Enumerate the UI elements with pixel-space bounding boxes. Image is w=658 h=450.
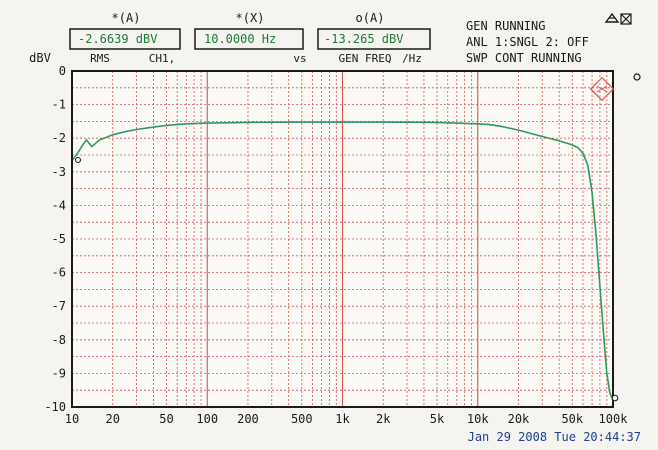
right-marker-icon bbox=[611, 394, 619, 402]
instrument-status-icons bbox=[604, 12, 632, 25]
readout-o-unit: /Hz bbox=[402, 52, 422, 65]
x-tick-label: 100 bbox=[196, 412, 218, 426]
x-tick-label: 5k bbox=[430, 412, 445, 426]
y-tick-label: -7 bbox=[52, 299, 66, 313]
status-line-3: SWP CONT RUNNING bbox=[466, 51, 582, 65]
data-point bbox=[301, 121, 303, 123]
status-block: GEN RUNNING ANL 1:SNGL 2: OFF SWP CONT R… bbox=[466, 19, 589, 65]
x-tick-label: 10 bbox=[65, 412, 79, 426]
data-point bbox=[436, 121, 438, 123]
readout-o-header: o(A) bbox=[356, 11, 385, 25]
y-tick-label: -1 bbox=[52, 98, 66, 112]
left-marker-icon bbox=[75, 157, 81, 163]
data-point bbox=[82, 144, 84, 146]
y-tick-label: -9 bbox=[52, 366, 66, 380]
data-point bbox=[112, 134, 114, 136]
data-point bbox=[517, 129, 520, 131]
data-point bbox=[382, 121, 384, 123]
x-tick-labels: 10 20 50 100 200 500 1k 2k 5k 10k 20k 50k 100k bbox=[65, 412, 628, 426]
data-point bbox=[165, 124, 168, 126]
data-point bbox=[91, 146, 93, 148]
readout-a-channel: CH1, bbox=[149, 52, 176, 65]
link-icon bbox=[604, 12, 620, 23]
readout-x: *(X) 10.0000 Hz vs bbox=[194, 11, 307, 65]
readout-x-value: 10.0000 Hz bbox=[204, 32, 276, 46]
x-tick-label: 10k bbox=[467, 412, 489, 426]
y-tick-label: -8 bbox=[52, 333, 66, 347]
data-point bbox=[125, 130, 127, 133]
data-point bbox=[558, 140, 560, 142]
y-tick-label: 0 bbox=[59, 64, 66, 78]
y-tick-label: -5 bbox=[52, 232, 66, 246]
x-tick-label: 1k bbox=[335, 412, 350, 426]
data-point bbox=[501, 125, 503, 127]
y-axis-label: dBV bbox=[29, 51, 51, 65]
muted-speaker-icon bbox=[620, 13, 632, 25]
analyzer-screen: *(A) -2.6639 dBV RMS CH1, *(X) 10.0000 H… bbox=[29, 11, 641, 444]
data-point bbox=[152, 126, 154, 128]
x-tick-label: 100k bbox=[599, 412, 629, 426]
readout-o-gen-freq: GEN FREQ bbox=[339, 52, 392, 65]
x-tick-label: 200 bbox=[237, 412, 259, 426]
data-point bbox=[606, 372, 608, 374]
readout-x-header: *(X) bbox=[236, 11, 265, 25]
data-point bbox=[99, 139, 101, 141]
x-tick-label: 50k bbox=[561, 412, 583, 426]
timestamp: Jan 29 2008 Tue 20:44:37 bbox=[468, 430, 641, 444]
y-tick-label: -10 bbox=[44, 400, 66, 414]
data-point bbox=[582, 152, 584, 154]
readout-a-mode: RMS bbox=[90, 52, 110, 65]
data-point bbox=[571, 144, 573, 146]
data-point bbox=[135, 128, 138, 131]
x-tick-label: 500 bbox=[291, 412, 313, 426]
data-point bbox=[247, 121, 249, 123]
readout-a-header: *(A) bbox=[112, 11, 141, 25]
data-point bbox=[602, 332, 605, 334]
y-tick-label: -3 bbox=[52, 165, 66, 179]
status-line-1: GEN RUNNING bbox=[466, 19, 545, 33]
y-tick-label: -6 bbox=[52, 266, 66, 280]
readout-a: *(A) -2.6639 dBV RMS CH1, bbox=[69, 11, 181, 65]
scroll-marker-icon bbox=[633, 73, 641, 81]
data-point bbox=[477, 123, 479, 125]
data-point bbox=[206, 122, 208, 124]
data-point bbox=[591, 191, 593, 193]
readout-x-vs: vs bbox=[293, 52, 306, 65]
y-tick-label: -2 bbox=[52, 131, 66, 145]
data-point bbox=[341, 121, 344, 123]
data-point bbox=[541, 135, 543, 138]
data-point bbox=[185, 123, 187, 125]
data-point bbox=[77, 152, 79, 154]
readout-a-value: -2.6639 dBV bbox=[78, 32, 157, 46]
readout-o-value: -13.265 dBV bbox=[324, 32, 403, 46]
data-point bbox=[609, 393, 611, 395]
plot-area: 0 -1 -2 -3 -4 -5 -6 -7 -8 -9 -10 10 20 50 100 200 500 1k… bbox=[44, 64, 641, 426]
data-point bbox=[587, 164, 589, 166]
data-point bbox=[595, 235, 597, 237]
x-tick-label: 20 bbox=[105, 412, 119, 426]
x-tick-label: 2k bbox=[376, 412, 391, 426]
y-tick-labels: 0 -1 -2 -3 -4 -5 -6 -7 -8 -9 -10 bbox=[44, 64, 66, 414]
data-point bbox=[599, 285, 601, 287]
readout-o: o(A) -13.265 dBV GEN FREQ /Hz bbox=[317, 11, 431, 65]
data-point bbox=[487, 123, 490, 125]
data-point bbox=[85, 139, 88, 141]
x-tick-label: 20k bbox=[508, 412, 530, 426]
data-point bbox=[577, 147, 579, 149]
x-tick-label: 50 bbox=[159, 412, 173, 426]
status-line-2: ANL 1:SNGL 2: OFF bbox=[466, 35, 589, 49]
y-tick-label: -4 bbox=[52, 198, 66, 212]
